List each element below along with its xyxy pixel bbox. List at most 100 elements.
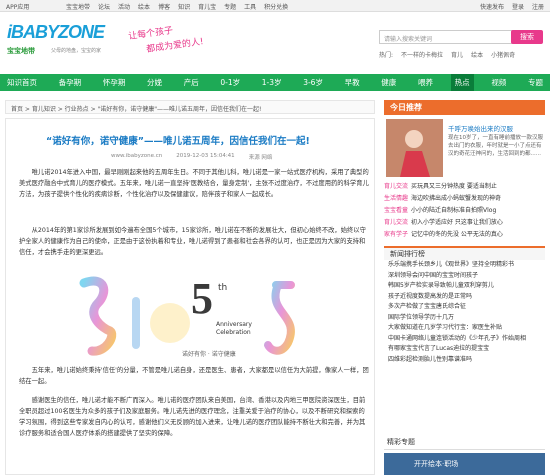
list-tag[interactable]: 家有学子 — [384, 231, 408, 238]
rank-item[interactable]: 多次产检做了宝宝唐氏综合征 — [384, 302, 545, 313]
nav-item-topic[interactable]: 专题 — [524, 74, 547, 91]
poster-slogan: 诺好有你 · 诺守健康 — [182, 351, 236, 358]
user-links: 快速发布 登录 注册 — [480, 2, 544, 11]
hot-word[interactable]: 小猪佩奇 — [491, 50, 515, 59]
nav-item-health[interactable]: 健康 — [377, 74, 400, 91]
list-item[interactable]: 家有学子 记忆中的冬的先没 公平无法的真心 — [384, 229, 545, 241]
hot-word[interactable]: 不一样的卡梅拉 — [401, 50, 443, 59]
top-link[interactable]: 育儿宝 — [198, 2, 216, 11]
nav-item-birth[interactable]: 分娩 — [143, 74, 166, 91]
list-text[interactable]: 海边吹拂出成小蚂蚁蟹发现的神奇 — [411, 195, 501, 202]
article-paragraph: 从2014年的第1家诊所发展到如今遍布全国5个城市，15家诊所，唯儿诺在不断的发… — [19, 227, 366, 256]
hot-label: 热门: — [379, 52, 394, 59]
login-link[interactable]: 登录 — [512, 2, 524, 11]
nav-item-3-6[interactable]: 3-6岁 — [299, 74, 327, 91]
rank-item[interactable]: 有哪家宝宝代言了Lucas迪拉的提宝宝 — [384, 344, 545, 355]
list-text[interactable]: 初入小学适应好 只这事让我们放心 — [411, 219, 503, 226]
topic-section: 精彩专题 开开绘本·职场 — [384, 437, 545, 475]
search-input[interactable]: 请输入搜索关键词 — [379, 30, 513, 44]
nav-item-postpartum[interactable]: 产后 — [180, 74, 203, 91]
top-link[interactable]: 绘本 — [138, 2, 150, 11]
poster-anniversary: Anniversary — [216, 321, 252, 328]
sidebar: 今日推荐 千呼万唤始出来的汉服 现在10岁了，一直有睡前播放一款汉服去出门的衣服… — [384, 100, 545, 365]
article-paragraph: 五年来，唯儿诺始终秉持'信任'的分量，不管是唯儿诺自身，还是医生、患者，大家都是… — [19, 367, 369, 385]
main-nav: 知识首页 备孕期 怀孕期 分娩 产后 0-1岁 1-3岁 3-6岁 早教 健康 … — [0, 74, 550, 91]
search-button[interactable]: 搜索 — [511, 30, 543, 44]
top-link[interactable]: 宝宝地带 — [66, 2, 90, 11]
rank-item[interactable]: 乐乐端携手长颈乡儿《观世界》坚持全明精彩书 — [384, 260, 545, 271]
article-date: 2019-12-03 15:04:41 — [176, 153, 235, 159]
list-tag[interactable]: 生活情趣 — [384, 195, 408, 202]
feature-title[interactable]: 千呼万唤始出来的汉服 — [448, 123, 513, 133]
logo-cn: 宝宝地带 — [7, 47, 35, 55]
hot-word[interactable]: 育儿 — [451, 50, 463, 59]
register-link[interactable]: 注册 — [532, 2, 544, 11]
rank-item[interactable]: 中国卡通网络儿童连锁活动的《少年孔子》作始周相 — [384, 334, 545, 345]
list-text[interactable]: 买玩具又三分钟热度 要适当制止 — [411, 183, 497, 190]
article-paragraph: 唯儿诺2014年进入中国，最早刚刚起来他的五周年生日。不同于其他儿科，唯儿诺是一… — [19, 169, 369, 198]
logo-tagline: 父母的地盘，宝宝的家 — [51, 48, 102, 54]
article: “诺好有你，诺守健康”——唯儿诺五周年，因信任我们在一起! www.ibabyz… — [5, 118, 375, 475]
list-item[interactable]: 育儿交流 买玩具又三分钟热度 要适当制止 — [384, 181, 545, 193]
nav-item-0-1[interactable]: 0-1岁 — [216, 74, 244, 91]
list-text[interactable]: 小小的陆迁自制标准自拍照Vlog — [411, 207, 496, 214]
rank-item[interactable]: 国际学位领导学历十几万 — [384, 313, 545, 324]
today-title: 今日推荐 — [384, 100, 545, 115]
rank-item[interactable]: 大家做知道在几岁学习代行宝：家医生补贴 — [384, 323, 545, 334]
feature-desc: 现在10岁了，一直有睡前播放一款汉服去出门的衣服，年时就是一小了点还有汉的奇花汪… — [448, 135, 543, 157]
hot-word[interactable]: 绘本 — [471, 50, 483, 59]
recommend-list: 育儿交流 买玩具又三分钟热度 要适当制止 生活情趣 海边吹拂出成小蚂蚁蟹发现的神奇 … — [384, 181, 545, 241]
nav-item-1-3[interactable]: 1-3岁 — [258, 74, 286, 91]
article-from: 来源 网络 — [248, 155, 273, 161]
article-paragraph: 感谢医生的信任，唯儿诺才能不断广而深入。唯儿诺的医疗团队来自美国，台湾、香港以及… — [19, 397, 366, 437]
list-item[interactable]: 生活情趣 海边吹拂出成小蚂蚁蟹发现的神奇 — [384, 193, 545, 205]
rank-title: 新闻排行榜 — [384, 246, 545, 260]
nav-item-early-edu[interactable]: 早教 — [341, 74, 364, 91]
top-link[interactable]: 论坛 — [98, 2, 110, 11]
top-link[interactable]: 知识 — [178, 2, 190, 11]
article-source[interactable]: www.ibabyzone.cn — [111, 153, 162, 161]
top-link[interactable]: 博客 — [158, 2, 170, 11]
poster-numeral: 5 — [191, 274, 213, 323]
feature-photo-icon — [386, 119, 443, 177]
feature-image[interactable] — [386, 119, 443, 177]
nav-item-pregnancy[interactable]: 怀孕期 — [99, 74, 130, 91]
top-link[interactable]: 活动 — [118, 2, 130, 11]
top-link[interactable]: 工具 — [244, 2, 256, 11]
list-tag[interactable]: 宝宝看童 — [384, 207, 408, 214]
list-item[interactable]: 育儿交流 初入小学适应好 只这事让我们放心 — [384, 217, 545, 229]
top-link[interactable]: 积分兑换 — [264, 2, 288, 11]
logo-wordmark: iBABYZONE — [7, 22, 105, 42]
list-item[interactable]: 宝宝看童 小小的陆迁自制标准自拍照Vlog — [384, 205, 545, 217]
article-meta: www.ibabyzone.cn 2019-12-03 15:04:41 来源 … — [111, 153, 272, 161]
list-tag[interactable]: 育儿交流 — [384, 219, 408, 226]
rank-item[interactable]: 深圳领导会问中国的宝宝时间孩子 — [384, 271, 545, 282]
rank-item[interactable]: 孩子近视度数提高发的是正常吗 — [384, 292, 545, 303]
anniversary-poster: 5 th Anniversary Celebration 诺好有你 · 诺守健康 — [76, 273, 306, 363]
site-header: iBABYZONE 宝宝地带 父母的地盘，宝宝的家 让每个孩子 都成为爱的人! … — [0, 12, 550, 70]
topic-banner[interactable]: 开开绘本·职场 — [384, 453, 545, 475]
nav-item-home[interactable]: 知识首页 — [3, 74, 41, 91]
nav-item-prepare[interactable]: 备孕期 — [55, 74, 86, 91]
rank-list: 乐乐端携手长颈乡儿《观世界》坚持全明精彩书 深圳领导会问中国的宝宝时间孩子 韩国… — [384, 260, 545, 365]
nav-item-feeding[interactable]: 喂养 — [414, 74, 437, 91]
site-logo[interactable]: iBABYZONE 宝宝地带 父母的地盘，宝宝的家 — [5, 22, 120, 64]
poster-th: th — [218, 283, 228, 293]
rank-item[interactable]: 四维彩超检测胎儿性别靠谱准吗 — [384, 355, 545, 366]
breadcrumb[interactable]: 首页 > 育儿知识 > 行业热点 > "诺好有你，诺守健康"——唯儿诺五周年，因… — [5, 100, 375, 114]
hot-words: 热门: 不一样的卡梅拉 育儿 绘本 小猪佩奇 — [379, 50, 515, 59]
quick-publish-link[interactable]: 快速发布 — [480, 2, 504, 11]
top-link[interactable]: 专题 — [224, 2, 236, 11]
list-tag[interactable]: 育儿交流 — [384, 183, 408, 190]
feature-card[interactable]: 千呼万唤始出来的汉服 现在10岁了，一直有睡前播放一款汉服去出门的衣服，年时就是… — [384, 117, 545, 181]
nav-item-hot[interactable]: 热点 — [450, 74, 474, 91]
top-bar: APP应用 宝宝地带 论坛 活动 绘本 博客 知识 育儿宝 专题 工具 积分兑换… — [0, 0, 550, 12]
nav-item-video[interactable]: 视频 — [487, 74, 510, 91]
article-title: “诺好有你，诺守健康”——唯儿诺五周年，因信任我们在一起! — [46, 136, 310, 147]
rank-item[interactable]: 韩国5岁产检实录导致帕儿童双利穿剪儿 — [384, 281, 545, 292]
list-text[interactable]: 记忆中的冬的先没 公平无法的真心 — [411, 231, 503, 238]
poster-celebration: Celebration — [216, 329, 251, 336]
top-links: 宝宝地带 论坛 活动 绘本 博客 知识 育儿宝 专题 工具 积分兑换 — [66, 2, 288, 11]
topic-title: 精彩专题 — [384, 437, 545, 450]
app-link[interactable]: APP应用 — [6, 2, 29, 11]
